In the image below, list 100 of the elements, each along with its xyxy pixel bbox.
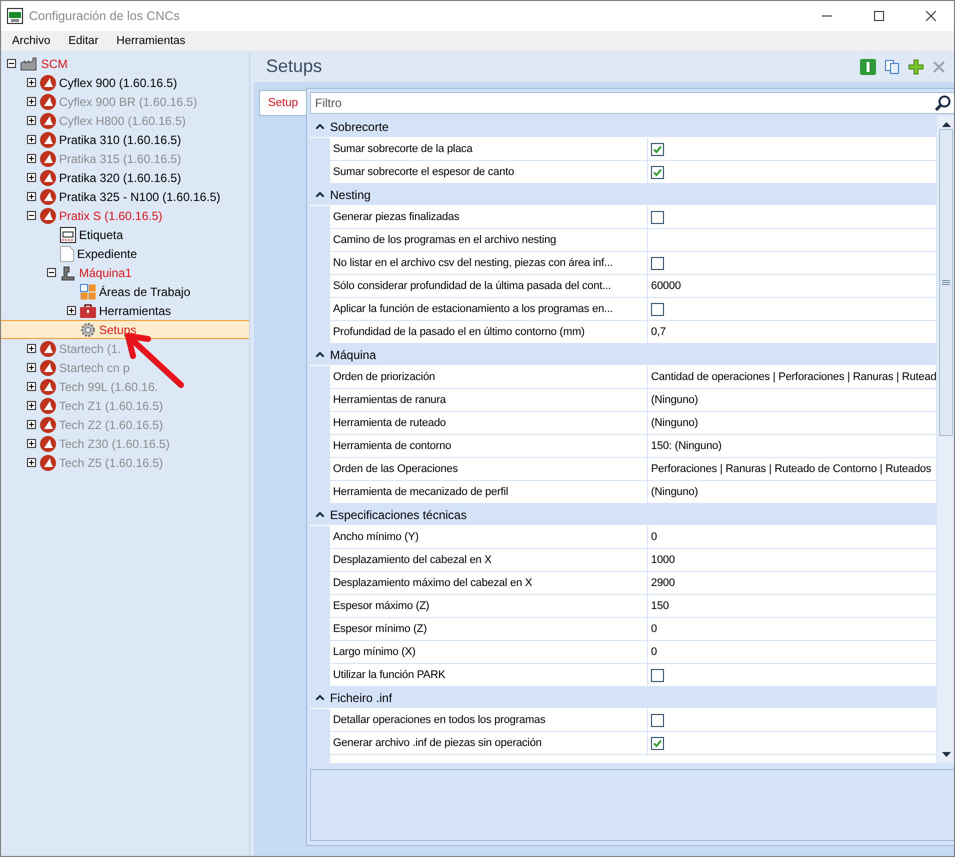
label-icon [60,226,76,242]
collapse-icon[interactable] [316,512,324,517]
property-value[interactable]: 1000 [651,554,675,566]
property-value[interactable]: Cantidad de operaciones | Perforaciones | Ranuras | Rutead [651,371,936,383]
property-value[interactable]: 0,7 [651,326,666,338]
category-header[interactable]: Sobrecorte [310,116,936,138]
tree-item[interactable]: Máquina1 [1,263,249,282]
scrollbar-thumb[interactable] [939,129,954,436]
property-value[interactable]: 0 [651,623,657,635]
checkbox[interactable] [651,142,664,156]
property-name: Orden de las Operaciones [330,458,648,481]
property-name: Herramienta de contorno [330,435,648,458]
machine-logo-icon [40,150,56,166]
property-name: Sólo considerar profundidad de la última pasada del cont... [330,275,648,298]
property-name: Herramienta de ruteado [330,412,648,435]
expand-icon[interactable] [67,306,76,315]
tree-item[interactable]: Setups [1,320,249,339]
collapse-icon[interactable] [316,124,324,129]
maximize-icon[interactable] [874,11,884,21]
checkbox[interactable] [651,210,664,224]
category-title: Máquina [330,348,376,362]
close-icon[interactable] [926,11,936,21]
collapse-icon[interactable] [7,59,16,68]
checkbox[interactable] [651,256,664,270]
tree-item[interactable]: Expediente [1,244,249,263]
machine-icon [60,264,76,280]
machine-logo-icon [40,170,56,186]
tree-item[interactable]: Etiqueta [1,225,249,244]
tree-item[interactable]: Pratika 320 (1.60.16.5) [1,168,249,187]
tree-item-label: Cyflex H800 (1.60.16.5) [59,114,186,128]
property-value[interactable]: 150 [651,600,669,612]
machine-logo-icon [40,94,56,110]
info-icon[interactable] [860,58,876,74]
tree-item[interactable]: Pratika 325 - N100 (1.60.16.5) [1,187,249,206]
category-header[interactable]: Especificaciones técnicas [310,504,936,526]
category-header[interactable]: Ficheiro .inf [310,687,936,709]
menu-item[interactable]: Archivo [3,35,60,47]
menu-item[interactable]: Editar [59,35,108,47]
machine-logo-icon [40,398,56,414]
machine-logo-icon [40,132,56,148]
tree-item-label: Herramientas [99,304,172,318]
checkbox[interactable] [651,714,664,726]
machine-logo-icon [40,340,56,356]
property-value[interactable]: 0 [651,531,657,543]
category-header[interactable]: Máquina [310,344,936,366]
checkbox[interactable] [651,736,664,750]
category-title: Sobrecorte [330,120,389,134]
collapse-icon[interactable] [47,268,56,277]
gear-icon [80,322,96,338]
property-value[interactable]: (Ninguno) [651,394,698,406]
factory-icon [20,56,38,70]
tree-item-label: SCM [41,56,68,70]
expand-icon[interactable] [27,192,36,201]
property-value[interactable]: (Ninguno) [651,417,698,429]
tree-item[interactable]: Cyflex 900 (1.60.16.5) [1,73,249,92]
toolbox-icon [80,304,96,318]
expand-icon[interactable] [27,135,36,144]
property-name: Desplazamiento del cabezal en X [330,549,648,572]
tree-item[interactable]: Pratika 310 (1.60.16.5) [1,130,249,149]
expand-icon[interactable] [27,173,36,182]
checkbox[interactable] [651,302,664,316]
collapse-icon[interactable] [316,695,324,700]
checkbox[interactable] [651,166,664,178]
property-name: No listar en el archivo csv del nesting, piezas con área inf... [330,252,648,275]
panel-title: Setups [266,56,324,77]
checkbox[interactable] [651,668,664,682]
tab[interactable]: Setup [259,90,306,116]
scroll-down-icon[interactable] [942,752,951,757]
tree-item-label: Pratika 310 (1.60.16.5) [59,132,182,146]
tree-item-label: Tech Z1 (1.60.16.5) [59,398,164,412]
collapse-icon[interactable] [316,352,324,357]
machine-logo-icon [40,378,56,394]
tree-item[interactable]: Áreas de Trabajo [1,282,249,301]
property-value[interactable]: 2900 [651,577,675,589]
document-icon [60,246,74,262]
property-value[interactable]: 150: (Ninguno) [651,440,722,452]
tree-item-label: Pratix S (1.60.16.5) [59,208,162,222]
category-header[interactable]: Nesting [310,184,936,206]
collapse-icon[interactable] [316,192,324,197]
copy-icon[interactable] [884,58,900,74]
tree-item[interactable]: Herramientas [1,301,249,320]
filter-field[interactable]: Filtro [310,92,954,114]
machine-logo-icon [40,436,56,452]
property-value[interactable]: 60000 [651,280,681,292]
tree-item-label: Tech 99L (1.60.16. [59,380,158,394]
scroll-up-icon[interactable] [942,122,951,127]
property-value[interactable]: (Ninguno) [651,486,698,498]
property-name: Ancho mínimo (Y) [330,526,648,549]
property-name: Largo mínimo (X) [330,641,648,664]
search-icon[interactable] [935,95,952,111]
collapse-icon[interactable] [27,211,36,220]
add-icon[interactable] [908,58,924,74]
property-name: Camino de los programas en el archivo nesting [330,229,648,252]
property-value[interactable]: Perforaciones | Ranuras | Ruteado de Contorno | Ruteados [651,463,932,475]
tree-item-label: Pratika 315 (1.60.16.5) [59,152,182,166]
tree-item[interactable]: SCM [1,54,249,73]
expand-icon[interactable] [27,78,36,87]
tree-item[interactable]: Pratix S (1.60.16.5) [1,206,249,225]
property-value[interactable]: 0 [651,646,657,658]
menu-item[interactable]: Herramientas [107,35,194,47]
